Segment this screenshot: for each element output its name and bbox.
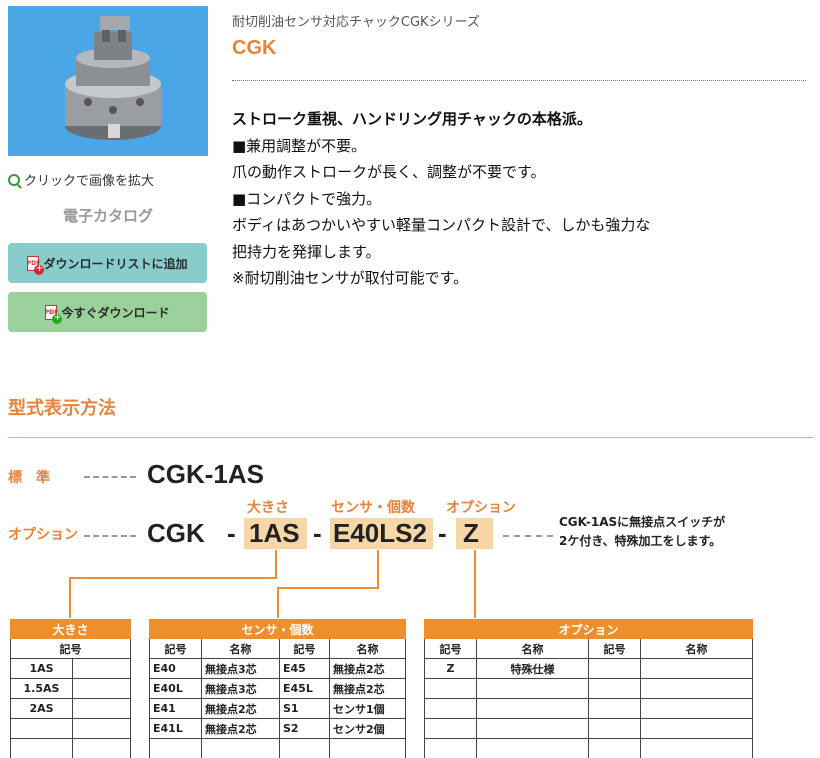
option-table-caption: オプション [424, 619, 753, 639]
table-row: 1AS [10, 658, 131, 679]
sensor-cell: E40L [149, 678, 202, 699]
size-table: 大きさ 記号 1AS 1.5AS 2AS [10, 619, 131, 758]
sensor-header: 名称 [201, 638, 280, 659]
sensor-cell: S2 [279, 718, 330, 739]
sensor-cell: 無接点2芯 [201, 698, 280, 719]
sensor-cell: 無接点3芯 [201, 678, 280, 699]
sensor-cell [329, 738, 406, 758]
sensor-cell: 無接点2芯 [201, 718, 280, 739]
table-row: E41L 無接点2芯 S2 センサ2個 [149, 718, 406, 739]
option-cell [424, 738, 477, 758]
table-row [424, 698, 753, 719]
option-cell [588, 678, 641, 699]
sensor-header: 記号 [149, 638, 202, 659]
option-cell [640, 698, 753, 719]
sensor-cell [279, 738, 330, 758]
option-header: 名称 [476, 638, 589, 659]
table-row [424, 718, 753, 739]
sensor-cell: センサ2個 [329, 718, 406, 739]
size-table-header: 記号 [10, 638, 131, 659]
sensor-header: 名称 [329, 638, 406, 659]
sensor-cell: 無接点3芯 [201, 658, 280, 679]
empty-cell [72, 698, 131, 719]
sensor-cell: センサ1個 [329, 698, 406, 719]
option-cell [640, 678, 753, 699]
option-cell [476, 678, 589, 699]
table-row: E40 無接点3芯 E45 無接点2芯 [149, 658, 406, 679]
empty-cell [72, 738, 131, 758]
table-row: Z 特殊仕様 [424, 658, 753, 679]
sensor-table-caption: センサ・個数 [149, 619, 406, 639]
option-cell [588, 698, 641, 719]
table-row [424, 738, 753, 758]
sensor-cell: 無接点2芯 [329, 658, 406, 679]
table-row [10, 718, 131, 739]
option-cell [640, 738, 753, 758]
table-row: E40L 無接点3芯 E45L 無接点2芯 [149, 678, 406, 699]
option-header: 記号 [588, 638, 641, 659]
option-table: オプション 記号 名称 記号 名称 Z 特殊仕様 [424, 619, 753, 758]
table-row [10, 738, 131, 758]
option-cell: Z [424, 658, 477, 679]
option-cell [640, 658, 753, 679]
option-header: 記号 [424, 638, 477, 659]
option-cell: 特殊仕様 [476, 658, 589, 679]
option-cell [588, 718, 641, 739]
option-cell [424, 718, 477, 739]
sensor-cell: 無接点2芯 [329, 678, 406, 699]
table-row: 1.5AS [10, 678, 131, 699]
table-row: E41 無接点2芯 S1 センサ1個 [149, 698, 406, 719]
table-row [149, 738, 406, 758]
table-row [424, 678, 753, 699]
option-cell [476, 718, 589, 739]
option-header: 名称 [640, 638, 753, 659]
size-code-cell [10, 738, 73, 758]
option-cell [476, 738, 589, 758]
option-cell [588, 738, 641, 758]
sensor-cell: E41 [149, 698, 202, 719]
table-row: 2AS [10, 698, 131, 719]
size-code-cell [10, 718, 73, 739]
size-table-caption: 大きさ [10, 619, 131, 639]
empty-cell [72, 678, 131, 699]
sensor-cell [149, 738, 202, 758]
sensor-cell: E45 [279, 658, 330, 679]
sensor-cell [201, 738, 280, 758]
sensor-cell: E45L [279, 678, 330, 699]
sensor-cell: E40 [149, 658, 202, 679]
sensor-table: センサ・個数 記号 名称 記号 名称 E40 無接点3芯 E45 無接点2芯 E… [149, 619, 406, 758]
empty-cell [72, 718, 131, 739]
option-cell [424, 698, 477, 719]
option-cell [476, 698, 589, 719]
empty-cell [72, 658, 131, 679]
option-cell [588, 658, 641, 679]
size-code-cell: 1AS [10, 658, 73, 679]
sensor-header: 記号 [279, 638, 330, 659]
size-code-cell: 1.5AS [10, 678, 73, 699]
option-cell [640, 718, 753, 739]
sensor-cell: E41L [149, 718, 202, 739]
size-code-cell: 2AS [10, 698, 73, 719]
sensor-cell: S1 [279, 698, 330, 719]
option-cell [424, 678, 477, 699]
